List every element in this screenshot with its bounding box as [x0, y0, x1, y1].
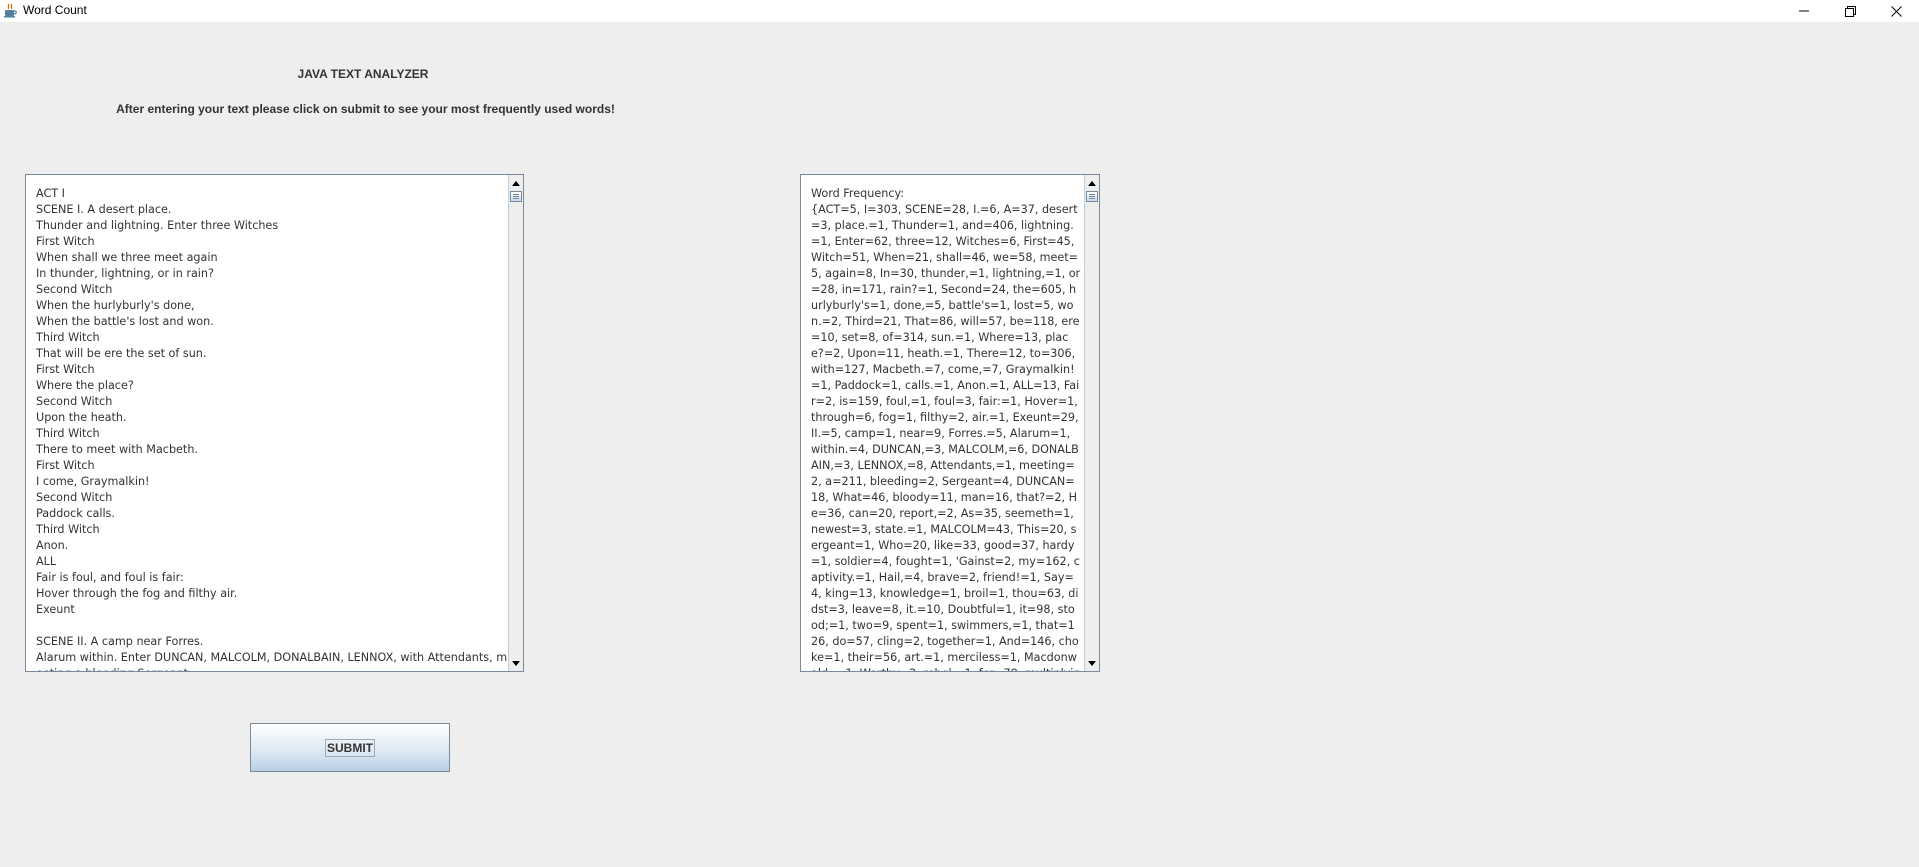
app-heading: JAVA TEXT ANALYZER	[297, 67, 429, 81]
minimize-button[interactable]	[1781, 0, 1827, 22]
scroll-thumb[interactable]	[1086, 191, 1098, 202]
restore-button[interactable]	[1827, 0, 1873, 22]
scroll-up-arrow-icon[interactable]	[509, 176, 523, 190]
input-scrollbar[interactable]	[508, 175, 523, 671]
input-text-area[interactable]: ACT I SCENE I. A desert place. Thunder a…	[25, 174, 524, 672]
java-cup-icon	[3, 3, 17, 18]
submit-button-label: SUBMIT	[325, 738, 375, 757]
output-text-area[interactable]: Word Frequency: {ACT=5, I=303, SCENE=28,…	[800, 174, 1100, 672]
submit-button[interactable]: SUBMIT	[250, 723, 450, 772]
close-icon	[1890, 5, 1902, 17]
word-frequency-output: Word Frequency: {ACT=5, I=303, SCENE=28,…	[811, 187, 1081, 671]
input-text-content: ACT I SCENE I. A desert place. Thunder a…	[36, 187, 508, 671]
scroll-up-arrow-icon[interactable]	[1085, 176, 1099, 190]
scroll-thumb[interactable]	[510, 191, 522, 202]
scroll-down-arrow-icon[interactable]	[1085, 656, 1099, 670]
scroll-down-arrow-icon[interactable]	[509, 656, 523, 670]
title-bar: Word Count	[0, 0, 1919, 22]
window-title: Word Count	[23, 3, 87, 17]
output-scrollbar[interactable]	[1084, 175, 1099, 671]
restore-icon	[1844, 5, 1856, 17]
close-button[interactable]	[1873, 0, 1919, 22]
minimize-icon	[1799, 10, 1809, 12]
instructions-text: After entering your text please click on…	[116, 102, 615, 116]
